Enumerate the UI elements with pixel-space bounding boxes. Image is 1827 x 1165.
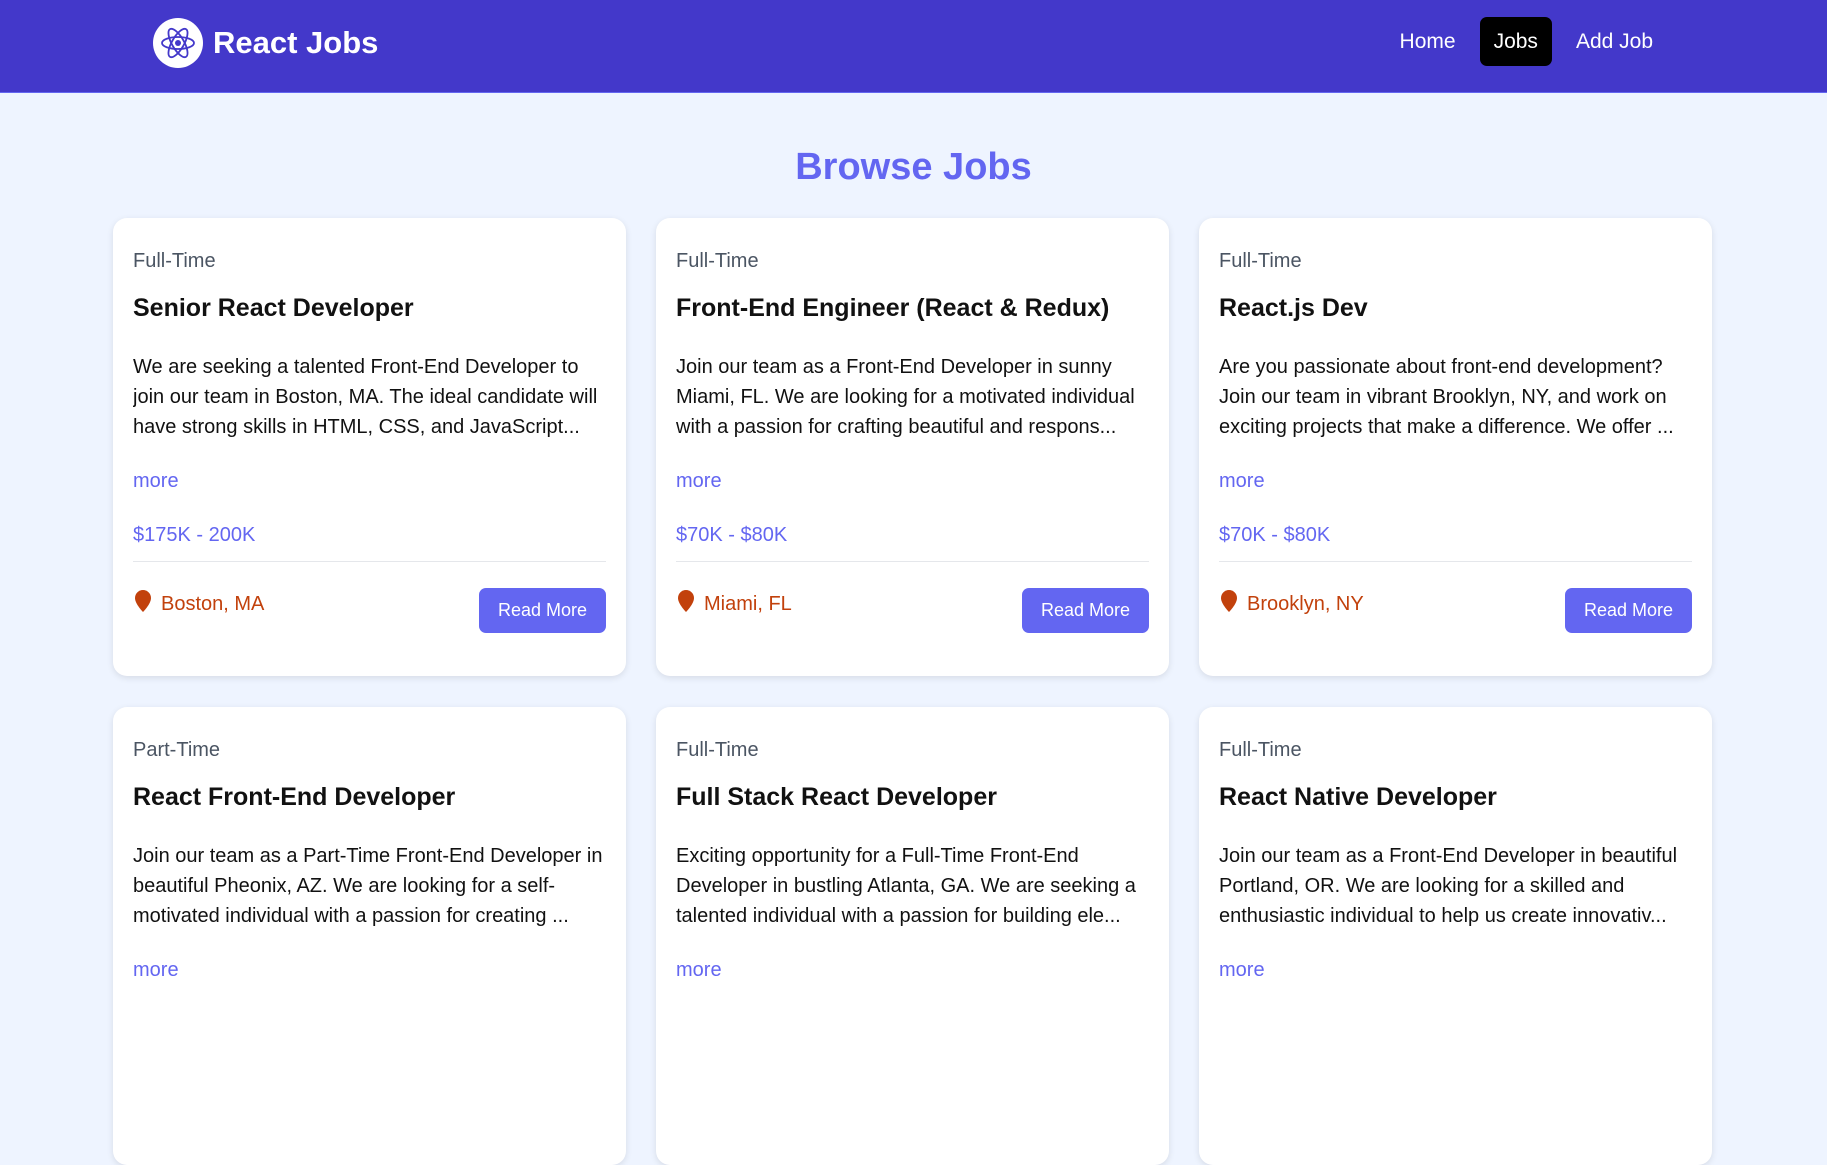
job-card: Part-Time React Front-End Developer Join o…	[113, 707, 626, 1165]
map-marker-icon	[676, 590, 696, 618]
job-location: Miami, FL	[676, 590, 792, 618]
read-more-button[interactable]: Read More	[479, 588, 606, 633]
job-salary: $70K - $80K	[676, 524, 788, 546]
job-description: We are seeking a talented Front-End Deve…	[133, 356, 598, 438]
job-title: React Front-End Developer	[133, 783, 456, 811]
more-link[interactable]: more	[133, 466, 179, 496]
job-location-text: Brooklyn, NY	[1247, 592, 1364, 615]
nav-links: Home Jobs Add Job	[1386, 17, 1667, 66]
job-listings-grid: Full-Time Senior React Developer We are se…	[113, 218, 1712, 1165]
job-description: Join our team as a Front-End Developer i…	[676, 356, 1135, 438]
job-card: Full-Time React Native Developer Join our …	[1199, 707, 1712, 1165]
job-salary: $70K - $80K	[1219, 524, 1331, 546]
react-atom-icon	[153, 18, 203, 68]
card-divider	[676, 561, 1149, 562]
brand[interactable]: React Jobs	[153, 18, 378, 68]
more-link[interactable]: more	[133, 955, 179, 985]
job-location-text: Boston, MA	[161, 592, 265, 615]
job-card: Full-Time Senior React Developer We are se…	[113, 218, 626, 676]
card-footer: Miami, FL Read More	[676, 588, 1149, 633]
job-location: Brooklyn, NY	[1219, 590, 1364, 618]
map-marker-icon	[1219, 590, 1239, 618]
job-location-text: Miami, FL	[704, 592, 792, 615]
job-type: Full-Time	[676, 739, 759, 761]
navbar: React Jobs Home Jobs Add Job	[0, 0, 1827, 93]
job-card: Full-Time Full Stack React Developer Excit…	[656, 707, 1169, 1165]
job-type: Part-Time	[133, 739, 221, 761]
job-type: Full-Time	[676, 250, 759, 272]
job-description: Exciting opportunity for a Full-Time Fro…	[676, 845, 1136, 927]
job-type: Full-Time	[1219, 250, 1302, 272]
job-description: Join our team as a Part-Time Front-End D…	[133, 845, 603, 927]
map-marker-icon	[133, 590, 153, 618]
job-description: Join our team as a Front-End Developer i…	[1219, 845, 1678, 927]
job-title: Front-End Engineer (React & Redux)	[676, 294, 1110, 322]
card-divider	[133, 561, 606, 562]
job-card: Full-Time Front-End Engineer (React & Red…	[656, 218, 1169, 676]
job-title: Full Stack React Developer	[676, 783, 997, 811]
nav-link-home[interactable]: Home	[1386, 17, 1470, 66]
job-type: Full-Time	[1219, 739, 1302, 761]
job-location: Boston, MA	[133, 590, 264, 618]
card-footer: Brooklyn, NY Read More	[1219, 588, 1692, 633]
page-title: Browse Jobs	[795, 146, 1032, 188]
read-more-button[interactable]: Read More	[1565, 588, 1692, 633]
card-divider	[1219, 561, 1692, 562]
card-footer: Boston, MA Read More	[133, 588, 606, 633]
job-title: Senior React Developer	[133, 294, 414, 322]
job-title: React.js Dev	[1219, 294, 1368, 322]
more-link[interactable]: more	[676, 466, 722, 496]
job-card: Full-Time React.js Dev Are you passionate …	[1199, 218, 1712, 676]
more-link[interactable]: more	[1219, 466, 1265, 496]
nav-link-jobs[interactable]: Jobs	[1479, 17, 1552, 66]
read-more-button[interactable]: Read More	[1022, 588, 1149, 633]
job-type: Full-Time	[133, 250, 216, 272]
nav-link-add-job[interactable]: Add Job	[1562, 17, 1667, 66]
more-link[interactable]: more	[676, 955, 722, 985]
job-description: Are you passionate about front-end devel…	[1219, 356, 1674, 438]
job-salary: $175K - 200K	[133, 524, 256, 546]
brand-name: React Jobs	[213, 25, 379, 60]
job-title: React Native Developer	[1219, 783, 1497, 811]
more-link[interactable]: more	[1219, 955, 1265, 985]
